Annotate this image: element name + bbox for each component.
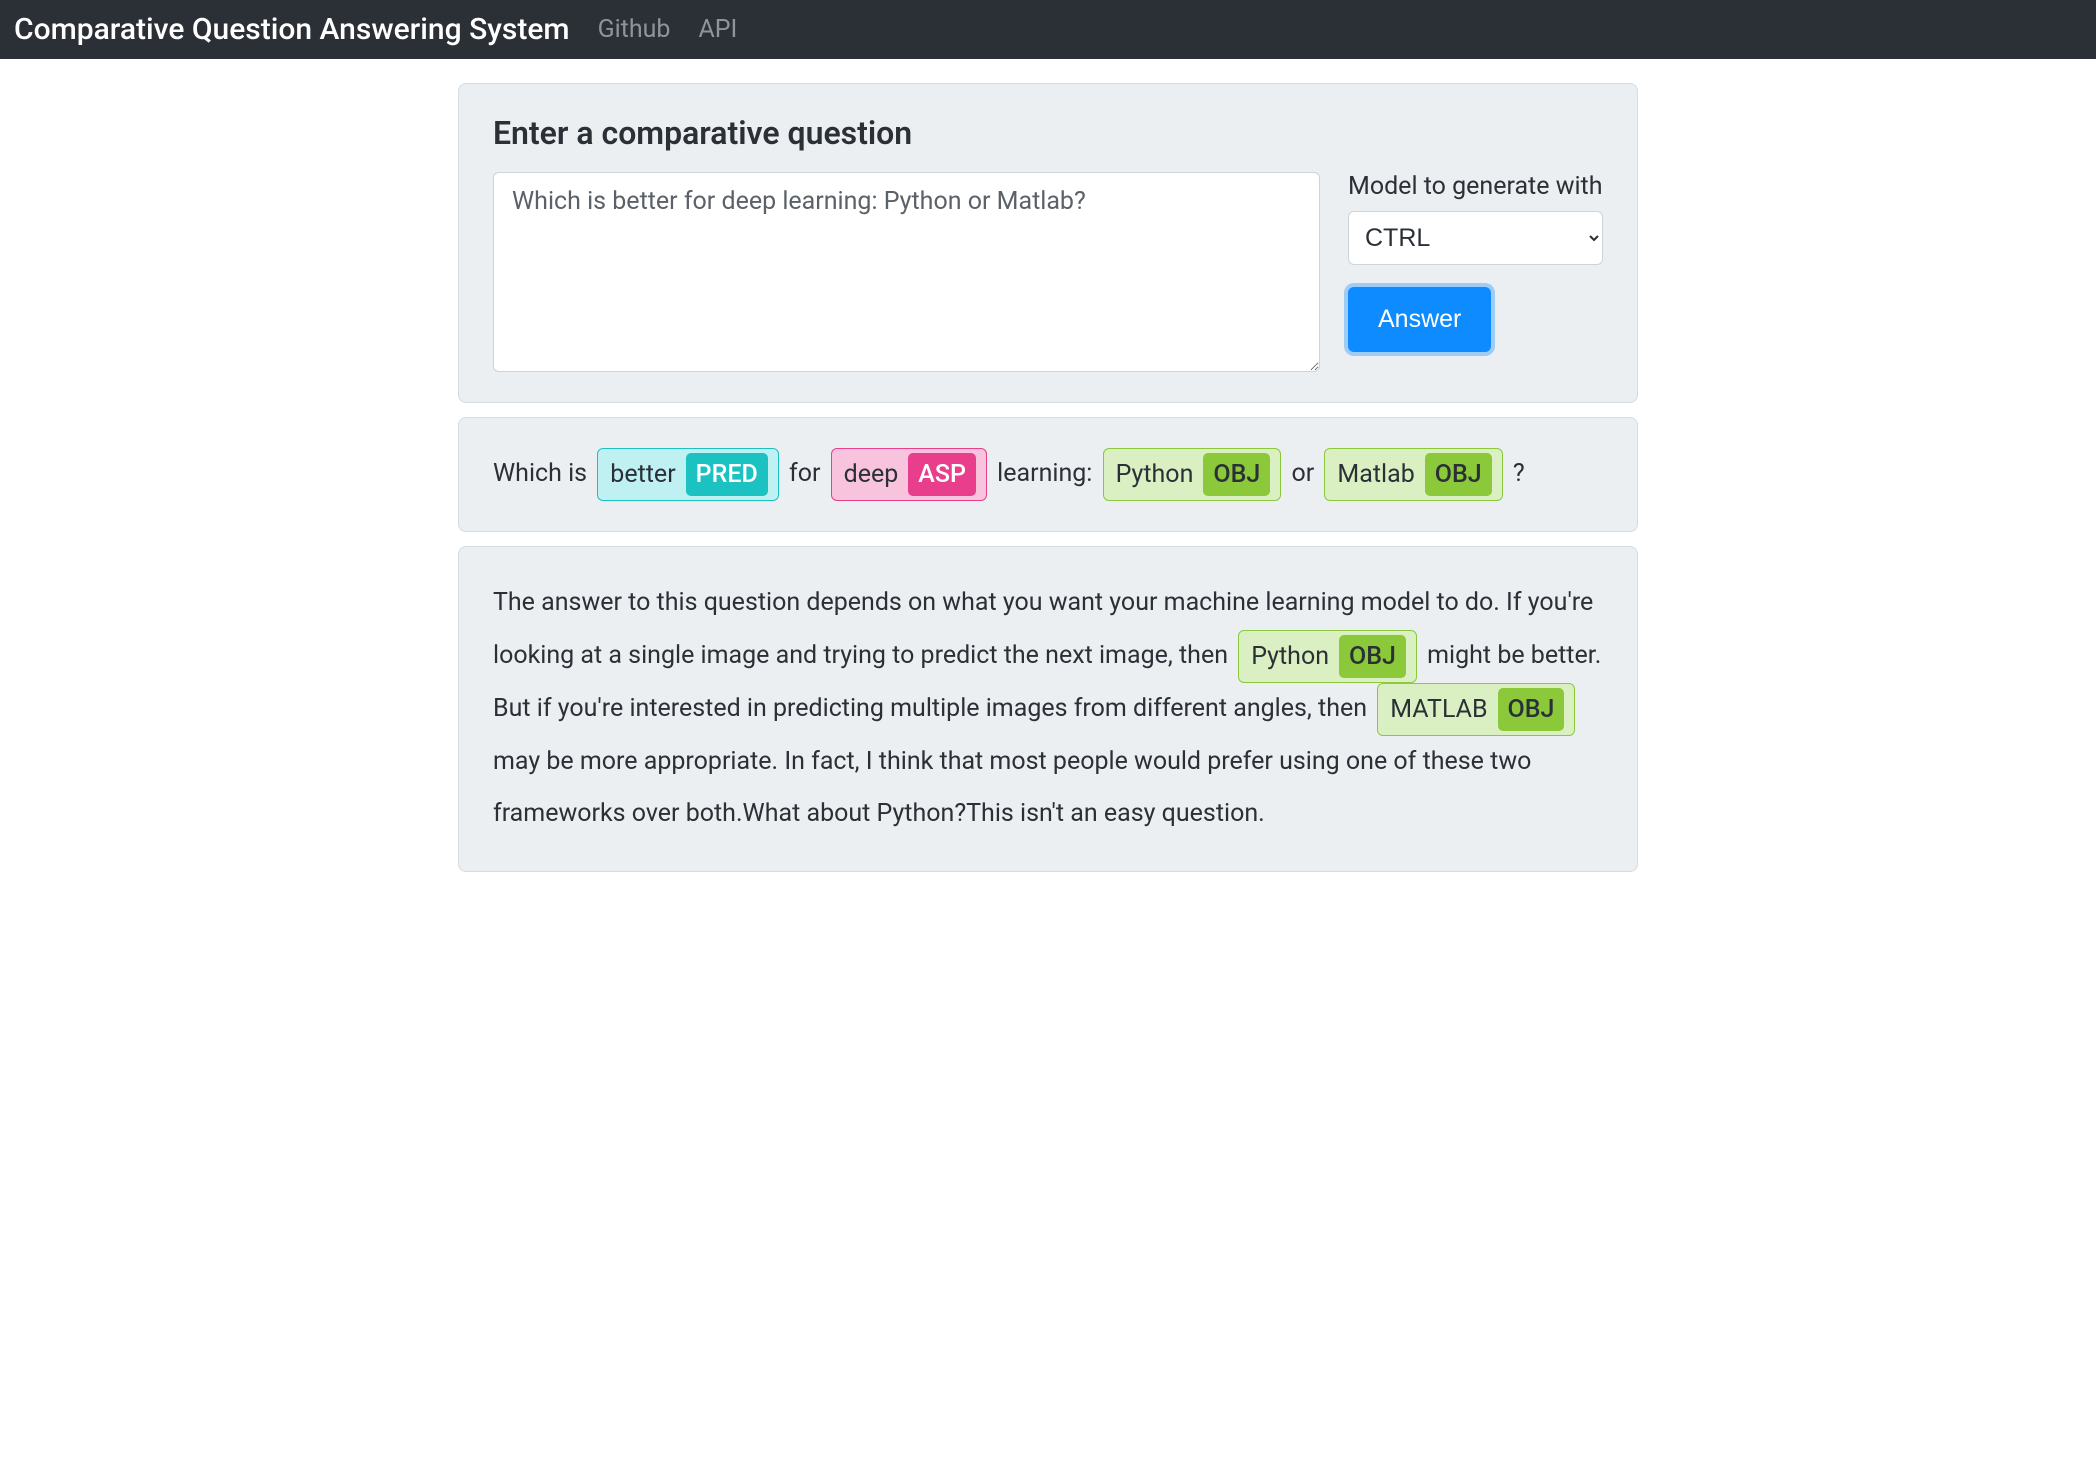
question-textarea[interactable] [493,172,1320,372]
model-select[interactable]: CTRL [1348,211,1603,265]
input-heading: Enter a comparative question [493,114,1603,152]
chip-word: Python [1116,457,1194,492]
input-row: Model to generate with CTRL Answer [493,172,1603,372]
parsed-text: or [1291,459,1320,488]
chip-word: MATLAB [1390,692,1487,727]
parsed-text: learning: [997,459,1098,488]
answer-button[interactable]: Answer [1348,287,1491,352]
answer-text: The answer to this question depends on w… [493,577,1603,841]
chip-obj: MATLAB OBJ [1377,683,1575,736]
parsed-text: ? [1513,459,1525,488]
chip-tag-obj: OBJ [1498,688,1565,731]
chip-tag-pred: PRED [686,453,768,496]
chip-pred: better PRED [597,448,779,501]
parsed-text: Which is [493,459,593,488]
chip-word: better [610,457,675,492]
parsed-text: for [789,459,827,488]
answer-segment: may be more appropriate. In fact, I thin… [493,747,1531,829]
chip-tag-obj: OBJ [1339,635,1406,678]
answer-card: The answer to this question depends on w… [458,546,1638,872]
main-container: Enter a comparative question Model to ge… [458,59,1638,916]
chip-tag-obj: OBJ [1425,453,1492,496]
chip-asp: deep ASP [831,448,987,501]
chip-word: Python [1251,639,1329,674]
parsed-card: Which is better PRED for deep ASP learni… [458,417,1638,532]
nav-link-github[interactable]: Github [598,15,671,44]
chip-obj: Matlab OBJ [1324,448,1502,501]
chip-tag-obj: OBJ [1203,453,1270,496]
chip-obj: Python OBJ [1238,630,1417,683]
parsed-line: Which is better PRED for deep ASP learni… [493,448,1603,501]
chip-tag-asp: ASP [908,453,976,496]
controls-column: Model to generate with CTRL Answer [1348,172,1603,352]
model-label: Model to generate with [1348,172,1603,201]
input-card: Enter a comparative question Model to ge… [458,83,1638,403]
app-title: Comparative Question Answering System [14,12,570,47]
chip-obj: Python OBJ [1103,448,1282,501]
nav-link-api[interactable]: API [698,15,737,44]
navbar: Comparative Question Answering System Gi… [0,0,2096,59]
chip-word: deep [844,457,899,492]
chip-word: Matlab [1337,457,1414,492]
